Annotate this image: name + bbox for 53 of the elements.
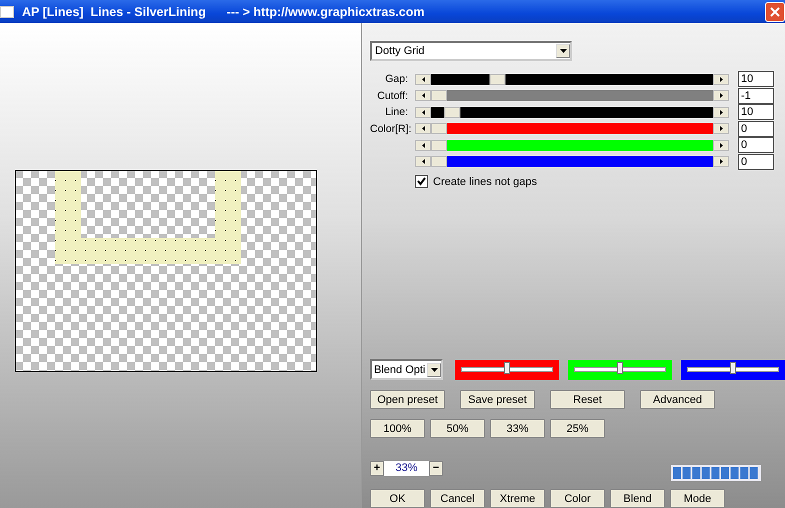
action-button[interactable]: Blend <box>610 489 665 508</box>
zoom-button[interactable]: 50% <box>430 419 485 438</box>
close-button[interactable] <box>765 2 785 22</box>
action-button[interactable]: Color <box>550 489 605 508</box>
slider-thumb[interactable] <box>617 362 623 374</box>
window-icon <box>0 6 14 18</box>
slider-thumb[interactable] <box>431 90 447 102</box>
slider-label: Color[R]: <box>370 122 412 135</box>
value-field[interactable]: 0 <box>738 137 774 154</box>
preset-button[interactable]: Reset <box>550 390 625 409</box>
blend-dropdown[interactable]: Blend Opti <box>370 359 443 380</box>
preset-button[interactable]: Open preset <box>370 390 445 409</box>
slider-thumb[interactable] <box>431 140 447 151</box>
value-slider[interactable] <box>415 156 729 168</box>
zoom-button[interactable]: 100% <box>370 419 425 438</box>
zoom-in-button[interactable]: + <box>370 460 384 476</box>
zoom-button[interactable]: 25% <box>550 419 605 438</box>
value-field[interactable]: 0 <box>738 120 774 137</box>
slider-thumb[interactable] <box>444 106 460 118</box>
action-button[interactable]: Xtreme <box>490 489 545 508</box>
action-button[interactable]: Mode <box>670 489 725 508</box>
preset-button[interactable]: Save preset <box>460 390 535 409</box>
action-button[interactable]: Cancel <box>430 489 485 508</box>
value-field[interactable]: 0 <box>738 154 774 170</box>
blend-slider[interactable] <box>568 360 672 380</box>
slider-thumb[interactable] <box>730 362 736 374</box>
slider-thumb[interactable] <box>431 123 447 134</box>
value-field[interactable]: 10 <box>738 71 774 88</box>
preset-dropdown[interactable]: Dotty Grid <box>370 41 572 61</box>
window-title: AP [Lines] Lines - SilverLining --- > http://www.graphicxtras.com <box>22 4 426 18</box>
zoom-field[interactable]: 33% <box>384 460 429 476</box>
blend-slider[interactable] <box>681 360 785 380</box>
zoom-out-button[interactable]: − <box>429 460 443 476</box>
blend-slider[interactable] <box>455 360 559 380</box>
action-button[interactable]: OK <box>370 489 425 508</box>
slider-label: Line: <box>384 106 409 118</box>
value-slider[interactable] <box>415 90 729 102</box>
value-field[interactable]: 10 <box>738 104 774 120</box>
close-icon <box>770 6 780 16</box>
value-slider[interactable] <box>415 123 729 134</box>
checkbox-label: Create lines not gaps <box>433 176 537 188</box>
value-slider[interactable] <box>415 106 729 118</box>
preset-button[interactable]: Advanced <box>640 390 715 409</box>
value-slider[interactable] <box>415 74 729 85</box>
value-field[interactable]: -1 <box>738 88 774 104</box>
slider-label: Cutoff: <box>376 90 409 102</box>
slider-thumb[interactable] <box>431 156 447 168</box>
zoom-button[interactable]: 33% <box>490 419 545 438</box>
slider-label: Gap: <box>384 73 409 86</box>
checkbox[interactable] <box>415 175 428 188</box>
slider-thumb[interactable] <box>504 362 510 374</box>
value-slider[interactable] <box>415 140 729 151</box>
slider-thumb[interactable] <box>490 74 506 85</box>
